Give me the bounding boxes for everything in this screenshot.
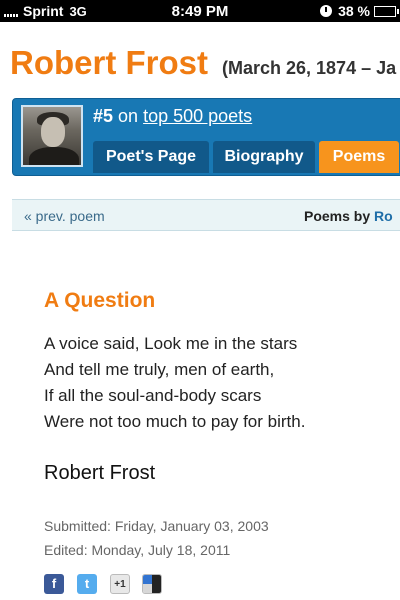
poet-name[interactable]: Robert Frost <box>10 44 208 82</box>
rank-number: #5 <box>93 106 114 126</box>
status-right: 38 % <box>320 3 399 19</box>
twitter-icon[interactable]: t <box>77 574 97 594</box>
poem-line: Were not too much to pay for birth. <box>44 412 306 431</box>
poem-title: A Question <box>44 289 156 312</box>
poem-line: If all the soul-and-body scars <box>44 386 262 405</box>
tab-poems[interactable]: Poems <box>319 141 399 173</box>
poet-portrait[interactable] <box>21 105 83 167</box>
google-plus-icon[interactable]: +1 <box>110 574 130 594</box>
tab-poets-page[interactable]: Poet's Page <box>93 141 209 173</box>
poem-author: Robert Frost <box>44 462 156 484</box>
battery-percent: 38 % <box>338 3 370 19</box>
poem-nav-bar: « prev. poem Poems by Ro <box>12 199 400 231</box>
poems-by-text: Poems by <box>304 208 371 224</box>
top-poets-link[interactable]: top 500 poets <box>143 106 252 126</box>
poet-rank: #5 on top 500 poets <box>93 106 252 127</box>
edited-date: Edited: Monday, July 18, 2011 <box>44 542 231 558</box>
submitted-date: Submitted: Friday, January 03, 2003 <box>44 518 269 534</box>
poems-by-label: Poems by Ro <box>304 208 393 224</box>
poems-by-author-link[interactable]: Ro <box>374 208 393 224</box>
status-bar: Sprint 3G 8:49 PM 38 % <box>0 0 400 22</box>
poet-header-box: #5 on top 500 poets Poet's Page Biograph… <box>12 98 400 176</box>
facebook-icon[interactable]: f <box>44 574 64 594</box>
delicious-icon[interactable] <box>142 574 162 594</box>
poem-line: And tell me truly, men of earth, <box>44 360 275 379</box>
rank-on-text: on <box>118 106 139 126</box>
battery-icon <box>374 5 399 17</box>
prev-poem-link[interactable]: « prev. poem <box>24 208 105 224</box>
poet-dates: (March 26, 1874 – Ja <box>222 58 397 78</box>
poem-body: A voice said, Look me in the stars And t… <box>44 331 305 435</box>
alarm-clock-icon <box>320 5 333 17</box>
tab-biography[interactable]: Biography <box>213 141 315 173</box>
poem-line: A voice said, Look me in the stars <box>44 334 298 353</box>
